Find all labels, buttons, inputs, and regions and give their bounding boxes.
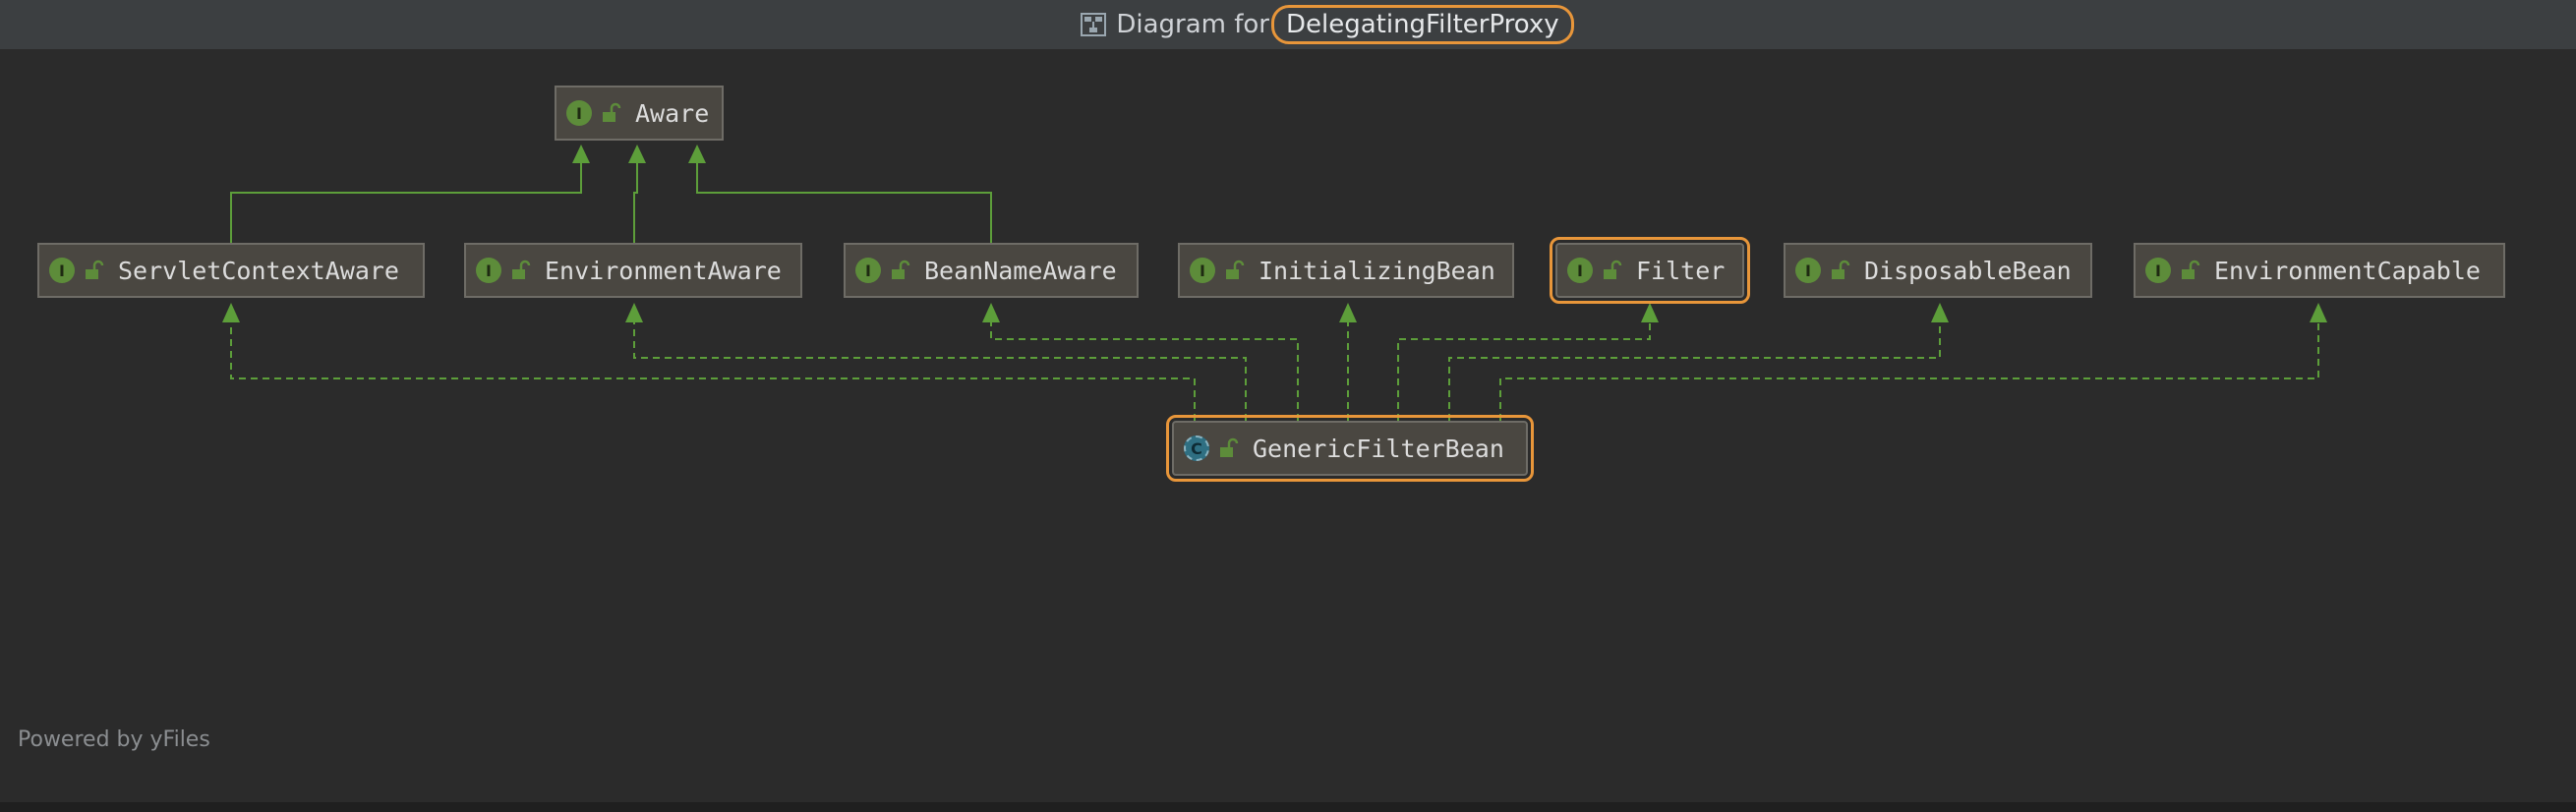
- arrowhead-initializingbean: [1339, 303, 1357, 322]
- arrowhead-filter: [1641, 303, 1659, 322]
- node-label: InitializingBean: [1259, 256, 1495, 285]
- node-label: Filter: [1636, 256, 1726, 285]
- node-initializingbean[interactable]: I InitializingBean: [1178, 243, 1514, 298]
- unlocked-icon: [1220, 437, 1239, 457]
- interface-icon: I: [1567, 258, 1593, 283]
- node-environmentaware[interactable]: I EnvironmentAware: [464, 243, 802, 298]
- editor-strip: [0, 802, 2576, 812]
- edge-servletcontextaware-extends-aware: [230, 147, 582, 244]
- unlocked-icon: [892, 260, 910, 279]
- edge-genericfilterbean-implements-environmentaware: [633, 313, 1247, 421]
- arrowhead-environmentaware: [625, 303, 643, 322]
- interface-icon: I: [476, 258, 501, 283]
- unlocked-icon: [86, 260, 104, 279]
- edge-genericfilterbean-implements-filter: [1397, 313, 1651, 421]
- edge-beannameaware-extends-aware: [696, 147, 992, 244]
- unlocked-icon: [1226, 260, 1245, 279]
- node-beannameaware[interactable]: I BeanNameAware: [844, 243, 1139, 298]
- unlocked-icon: [512, 260, 531, 279]
- arrowhead-disposablebean: [1931, 303, 1949, 322]
- arrowhead-beannameaware: [982, 303, 1000, 322]
- node-servletcontextaware[interactable]: I ServletContextAware: [37, 243, 425, 298]
- interface-icon: I: [2145, 258, 2171, 283]
- unlocked-icon: [603, 102, 621, 122]
- node-label: EnvironmentAware: [545, 256, 782, 285]
- node-disposablebean[interactable]: I DisposableBean: [1784, 243, 2092, 298]
- node-environmentcapable[interactable]: I EnvironmentCapable: [2134, 243, 2505, 298]
- arrowhead-servletcontextaware: [222, 303, 240, 322]
- interface-icon: I: [855, 258, 881, 283]
- interface-icon: I: [1795, 258, 1821, 283]
- edge-genericfilterbean-implements-beannameaware: [990, 313, 1299, 421]
- node-label: Aware: [635, 98, 710, 128]
- diagram-edges: [222, 145, 2327, 421]
- node-label: GenericFilterBean: [1253, 434, 1504, 463]
- arrowhead-aware-2: [628, 145, 646, 163]
- edge-genericfilterbean-implements-servletcontextaware: [230, 313, 1196, 421]
- arrowhead-aware-3: [688, 145, 706, 163]
- node-label: BeanNameAware: [924, 256, 1117, 285]
- edge-genericfilterbean-implements-environmentcapable: [1499, 313, 2319, 421]
- node-genericfilterbean[interactable]: C GenericFilterBean: [1166, 415, 1534, 482]
- node-filter[interactable]: I Filter: [1550, 237, 1750, 304]
- node-label: DisposableBean: [1864, 256, 2072, 285]
- unlocked-icon: [2182, 260, 2200, 279]
- node-label: EnvironmentCapable: [2214, 256, 2481, 285]
- unlocked-icon: [1604, 260, 1622, 279]
- node-label: ServletContextAware: [118, 256, 399, 285]
- interface-icon: I: [49, 258, 75, 283]
- arrowhead-environmentcapable: [2310, 303, 2327, 322]
- class-icon: C: [1184, 435, 1209, 461]
- edge-genericfilterbean-implements-disposablebean: [1448, 313, 1941, 421]
- interface-icon: I: [566, 100, 592, 126]
- arrowhead-aware-1: [572, 145, 590, 163]
- powered-by-label: Powered by yFiles: [18, 727, 210, 752]
- unlocked-icon: [1832, 260, 1850, 279]
- interface-icon: I: [1190, 258, 1215, 283]
- node-aware[interactable]: I Aware: [555, 86, 724, 141]
